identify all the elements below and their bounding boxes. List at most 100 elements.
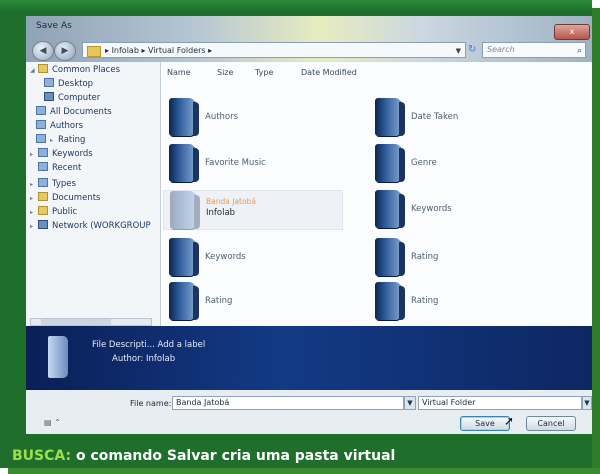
column-header-date-modified[interactable]: Date Modified	[301, 68, 357, 77]
scrollbar-thumb[interactable]	[41, 319, 111, 325]
mouse-cursor-icon: ➚	[504, 414, 515, 428]
collapse-icon[interactable]: ◢	[30, 64, 38, 77]
nav-item-types[interactable]: ▸ Types	[30, 178, 76, 191]
figure-caption: BUSCA: o comando Salvar cria uma pasta v…	[12, 448, 395, 464]
nav-item-computer[interactable]: Computer	[44, 92, 100, 105]
folder-tile-keywords-2[interactable]: Keywords	[163, 238, 343, 278]
expand-icon[interactable]: ▸	[30, 148, 38, 161]
details-description[interactable]: File Descripti... Add a label	[92, 340, 205, 350]
expand-icon[interactable]: ▸	[30, 178, 38, 191]
nav-item-label: Desktop	[58, 79, 94, 89]
save-controls: File name: Banda Jatobá ▼ Virtual Folder…	[26, 390, 592, 434]
column-header-name[interactable]: Name	[167, 68, 191, 77]
virtual-folder-icon	[38, 162, 48, 171]
network-icon	[38, 220, 48, 229]
virtual-folder-icon	[36, 106, 46, 115]
expand-icon[interactable]: ▸	[30, 192, 38, 205]
close-button[interactable]: x	[554, 24, 590, 40]
virtual-folder-icon	[375, 98, 405, 136]
folder-icon	[87, 46, 101, 57]
details-author[interactable]: Author: Infolab	[112, 354, 175, 364]
folder-tile-favorite-music[interactable]: Favorite Music	[163, 144, 343, 184]
virtual-folder-icon	[36, 120, 46, 129]
folder-label: Keywords	[411, 204, 452, 214]
search-input[interactable]: Search ⌕	[482, 42, 586, 58]
back-button[interactable]: ◀	[32, 41, 54, 61]
folder-tile-rating-2[interactable]: Rating	[163, 282, 343, 322]
virtual-folder-icon	[170, 191, 200, 229]
chevron-down-icon[interactable]: ▼	[582, 396, 592, 410]
details-pane: File Descripti... Add a label Author: In…	[26, 326, 592, 390]
chevron-down-icon[interactable]: ▼	[456, 43, 461, 59]
folder-icon	[38, 206, 48, 215]
breadcrumb[interactable]: ▸ Infolab ▸ Virtual Folders ▸	[105, 43, 212, 59]
nav-item-label: Documents	[52, 193, 101, 203]
cancel-button[interactable]: Cancel	[526, 416, 576, 431]
virtual-folder-icon	[36, 134, 46, 143]
forward-button[interactable]: ▶	[54, 41, 76, 61]
column-header-size[interactable]: Size	[217, 68, 233, 77]
nav-item-authors[interactable]: Authors	[36, 120, 83, 133]
virtual-folder-icon	[169, 282, 199, 320]
virtual-folder-icon	[48, 336, 68, 378]
nav-item-public[interactable]: ▸ Public	[30, 206, 77, 219]
save-as-dialog: Save As x ◀ ▶ ▸ Infolab ▸ Virtual Folder…	[26, 16, 592, 434]
nav-item-label: Types	[52, 179, 76, 189]
horizontal-scrollbar[interactable]	[30, 318, 152, 326]
breadcrumb-infolab[interactable]: Infolab	[112, 46, 139, 55]
folder-tile-authors[interactable]: Authors	[163, 98, 343, 138]
folder-label: Favorite Music	[205, 158, 266, 168]
nav-item-label: Rating	[58, 135, 86, 145]
frame-top	[0, 0, 592, 14]
nav-item-rating[interactable]: ▸ Rating	[36, 134, 85, 147]
chevron-down-icon[interactable]: ▼	[404, 396, 416, 410]
virtual-folder-icon	[38, 148, 48, 157]
virtual-folder-icon	[169, 144, 199, 182]
caption-highlight: BUSCA:	[12, 448, 72, 464]
expand-icon[interactable]: ▸	[30, 220, 38, 233]
nav-item-network[interactable]: ▸ Network (WORKGROUP	[30, 220, 151, 233]
forward-arrow-icon: ▶	[61, 46, 69, 56]
desktop-icon	[44, 78, 54, 87]
nav-item-label: Keywords	[52, 149, 93, 159]
nav-item-documents[interactable]: ▸ Documents	[30, 192, 100, 205]
breadcrumb-virtual-folders[interactable]: Virtual Folders	[148, 46, 206, 55]
nav-item-label: Common Places	[52, 65, 121, 75]
virtual-folder-icon	[375, 144, 405, 182]
refresh-icon[interactable]: ↻	[468, 44, 476, 55]
save-button[interactable]: Save	[460, 416, 510, 431]
nav-item-desktop[interactable]: Desktop	[44, 78, 93, 91]
expand-icon[interactable]: ▸	[50, 134, 58, 147]
nav-item-label: Recent	[52, 163, 82, 173]
virtual-folder-icon	[169, 238, 199, 276]
nav-item-recent[interactable]: Recent	[38, 162, 81, 175]
address-bar[interactable]: ▸ Infolab ▸ Virtual Folders ▸ ▼	[82, 42, 466, 58]
save-as-type-select[interactable]: Virtual Folder	[418, 396, 582, 410]
folder-tile-rating[interactable]: Rating	[369, 238, 549, 278]
nav-item-all-documents[interactable]: All Documents	[36, 106, 112, 119]
frame-edge-bottom	[8, 468, 600, 474]
folder-tile-genre[interactable]: Genre	[369, 144, 549, 184]
caption-text: o comando Salvar cria uma pasta virtual	[71, 448, 396, 464]
folder-tile-new-selected[interactable]: Banda Jatobá Infolab	[163, 190, 343, 230]
search-icon[interactable]: ⌕	[577, 44, 582, 58]
virtual-folder-icon	[375, 190, 405, 228]
expand-icon[interactable]: ▸	[30, 206, 38, 219]
nav-item-label: All Documents	[50, 107, 112, 117]
folder-label-editing[interactable]: Banda Jatobá	[206, 197, 256, 206]
nav-item-keywords[interactable]: ▸ Keywords	[30, 148, 93, 161]
nav-item-common-places[interactable]: ◢ Common Places	[30, 64, 120, 77]
folder-tile-keywords[interactable]: Keywords	[369, 190, 549, 230]
nav-item-label: Public	[52, 207, 78, 217]
folder-icon	[38, 64, 48, 73]
column-header-type[interactable]: Type	[255, 68, 273, 77]
file-name-label: File name:	[130, 399, 172, 408]
folder-tile-rating-3[interactable]: Rating	[369, 282, 549, 322]
virtual-folder-icon	[169, 98, 199, 136]
hide-folders-icon[interactable]: ▤ ⌃	[44, 418, 61, 427]
folder-tile-date-taken[interactable]: Date Taken	[369, 98, 549, 138]
frame-edge-right	[592, 8, 600, 474]
file-name-field[interactable]: Banda Jatobá	[172, 396, 404, 410]
folder-label: Rating	[205, 296, 233, 306]
nav-item-label: Authors	[50, 121, 84, 131]
